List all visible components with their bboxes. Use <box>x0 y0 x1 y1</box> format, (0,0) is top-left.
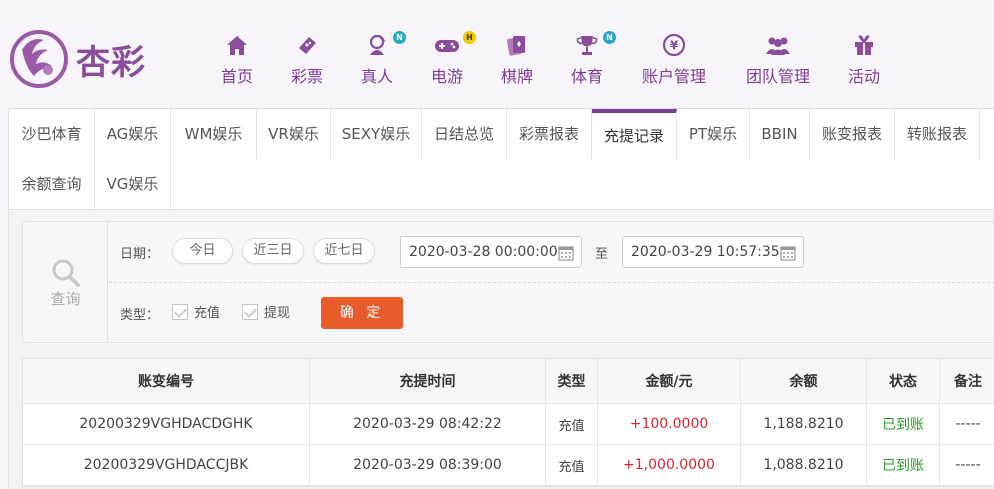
tab-transfer-report[interactable]: 转账报表 <box>895 109 980 159</box>
cards-icon <box>506 36 525 56</box>
end-date-input[interactable]: 2020-03-29 10:57:35 <box>622 236 804 268</box>
table-row: 20200329VGHDACDGHK 2020-03-29 08:42:22 充… <box>23 404 994 445</box>
type-withdraw-label: 提现 <box>264 306 291 321</box>
nav-item-chess-cards[interactable]: 棋牌 <box>498 33 536 87</box>
confirm-button[interactable]: 确 定 <box>321 297 403 329</box>
status-cell: 已到账 <box>867 404 940 444</box>
tab-saba-sports[interactable]: 沙巴体育 <box>9 109 95 159</box>
balance-cell: 1,188.8210 <box>741 404 867 444</box>
balance-cell: 1,088.8210 <box>741 445 867 485</box>
column-header: 备注 <box>954 374 982 390</box>
nav-item-promotions[interactable]: 活动 <box>845 33 883 87</box>
calendar-icon[interactable] <box>558 244 574 261</box>
brand-logo[interactable]: 杏彩 <box>8 28 146 90</box>
quick-date-7days[interactable]: 近七日 <box>313 238 375 264</box>
tab-bbin[interactable]: BBIN <box>750 109 810 159</box>
column-header: 充提时间 <box>310 359 546 403</box>
tab-sexy[interactable]: SEXY娱乐 <box>331 109 422 159</box>
tab-deposit-withdraw[interactable]: 充提记录 <box>592 109 677 159</box>
tab-vr[interactable]: VR娱乐 <box>257 109 331 159</box>
search-label: 查询 <box>50 290 81 308</box>
time-cell: 2020-03-29 08:42:22 <box>310 404 546 444</box>
nav-item-account[interactable]: ¥ 账户管理 <box>638 33 710 87</box>
nav-item-egames[interactable]: H 电游 <box>428 31 476 87</box>
column-header: 状态 <box>867 359 940 403</box>
tab-account-change[interactable]: 账变报表 <box>810 109 895 159</box>
tab-daily-summary[interactable]: 日结总览 <box>422 109 507 159</box>
quick-date-3days[interactable]: 近三日 <box>242 238 304 264</box>
svg-text:¥: ¥ <box>670 39 679 53</box>
table-header-row: 账变编号 充提时间 类型 金额/元 余额 状态 备注 <box>23 359 994 404</box>
trophy-icon <box>576 36 598 55</box>
new-badge: N <box>393 31 406 44</box>
column-header: 金额/元 <box>598 359 741 403</box>
filter-divider <box>109 282 994 283</box>
type-cell: 充值 <box>546 445 598 485</box>
amount-cell: +1,000.0000 <box>598 445 741 485</box>
checkbox-box[interactable] <box>242 303 258 320</box>
records-table: 账变编号 充提时间 类型 金额/元 余额 状态 备注 20200329VGHDA… <box>22 358 994 487</box>
checkbox-box[interactable] <box>172 303 188 320</box>
type-deposit-checkbox[interactable]: 充值 <box>172 302 220 321</box>
quick-date-today[interactable]: 今日 <box>172 238 233 264</box>
date-label: 日期： <box>120 247 160 262</box>
transaction-id-cell: 20200329VGHDACCJBK <box>23 445 310 485</box>
nav-item-home[interactable]: 首页 <box>218 33 256 87</box>
table-row: 20200329VGHDACCJBK 2020-03-29 08:39:00 充… <box>23 445 994 486</box>
column-header: 类型 <box>546 359 598 403</box>
tab-pt[interactable]: PT娱乐 <box>677 109 750 159</box>
remark-cell: ----- <box>955 457 981 473</box>
new-badge: N <box>603 31 616 44</box>
nav-item-team[interactable]: 团队管理 <box>742 33 814 87</box>
brand-name: 杏彩 <box>76 42 146 83</box>
amount-cell: +100.0000 <box>598 404 741 444</box>
transaction-id-cell: 20200329VGHDACDGHK <box>23 404 310 444</box>
account-coin-icon: ¥ <box>662 33 686 57</box>
tab-vg[interactable]: VG娱乐 <box>95 159 171 209</box>
tab-lottery-report[interactable]: 彩票报表 <box>507 109 592 159</box>
hot-badge: H <box>463 31 476 44</box>
time-cell: 2020-03-29 08:39:00 <box>310 445 546 485</box>
gift-icon <box>855 35 873 55</box>
tab-wm[interactable]: WM娱乐 <box>171 109 257 159</box>
remark-cell: ----- <box>955 416 981 432</box>
type-withdraw-checkbox[interactable]: 提现 <box>242 302 290 321</box>
search-icon <box>52 259 80 287</box>
start-date-value: 2020-03-28 00:00:00 <box>409 244 558 260</box>
gamepad-icon <box>435 40 459 52</box>
logo-emblem-icon <box>10 30 68 88</box>
filter-box: 查询 日期： 今日 近三日 近七日 2020-03-28 00:00:00 至 … <box>22 221 994 343</box>
home-icon <box>227 36 247 55</box>
nav-item-live[interactable]: N 真人 <box>358 31 406 87</box>
calendar-icon[interactable] <box>780 244 796 261</box>
start-date-input[interactable]: 2020-03-28 00:00:00 <box>400 236 582 268</box>
type-cell: 充值 <box>546 404 598 444</box>
live-dealer-icon <box>369 34 385 55</box>
lottery-ticket-icon <box>299 37 316 54</box>
column-header: 账变编号 <box>23 359 310 403</box>
type-deposit-label: 充值 <box>194 306 221 321</box>
nav-item-sports[interactable]: N 体育 <box>568 31 616 87</box>
column-header: 余额 <box>741 359 867 403</box>
tab-ag[interactable]: AG娱乐 <box>95 109 171 159</box>
status-cell: 已到账 <box>867 445 940 485</box>
type-label: 类型： <box>120 308 160 323</box>
team-icon <box>766 37 790 55</box>
nav-item-lottery[interactable]: 彩票 <box>288 33 326 87</box>
report-tabs: 沙巴体育 AG娱乐 WM娱乐 VR娱乐 SEXY娱乐 日结总览 彩票报表 充提记… <box>9 109 994 210</box>
end-date-value: 2020-03-29 10:57:35 <box>631 244 780 260</box>
top-header: 杏彩 首页 彩票 N 真人 H 电游 棋牌 N 体育 ¥ 账户管理 团队管理 活… <box>0 0 994 108</box>
date-range-separator: 至 <box>595 247 609 262</box>
tab-balance-query[interactable]: 余额查询 <box>9 159 95 209</box>
search-button[interactable]: 查询 <box>23 222 108 342</box>
report-panel: 沙巴体育 AG娱乐 WM娱乐 VR娱乐 SEXY娱乐 日结总览 彩票报表 充提记… <box>8 108 994 489</box>
